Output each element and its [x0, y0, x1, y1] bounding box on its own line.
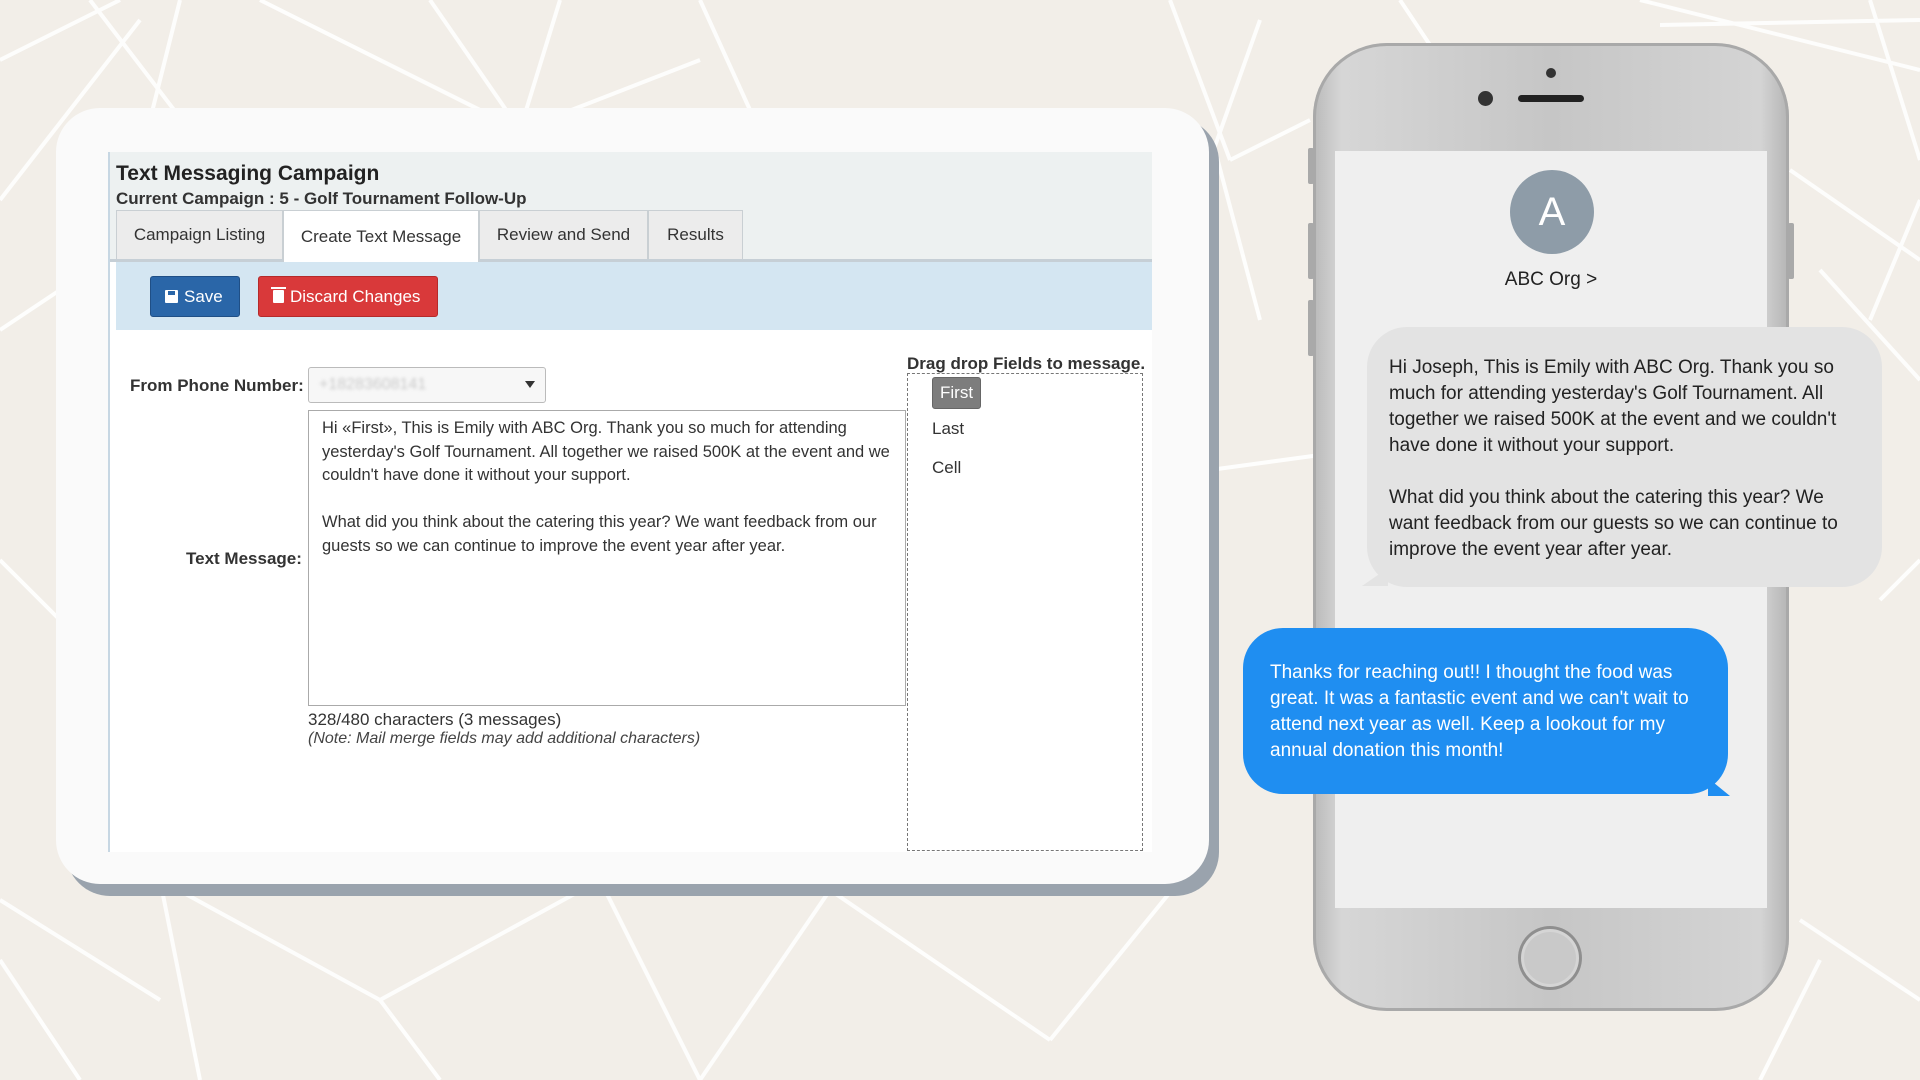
front-sensor [1546, 68, 1556, 78]
field-cell[interactable]: Cell [932, 458, 961, 478]
tab-label: Campaign Listing [133, 225, 266, 244]
contact-name[interactable]: ABC Org > [1335, 269, 1767, 291]
phone-speaker [1518, 95, 1584, 102]
tab-results[interactable]: Results [648, 210, 743, 259]
trash-icon [271, 287, 286, 303]
current-campaign: Current Campaign : 5 - Golf Tournament F… [116, 189, 527, 208]
avatar[interactable]: A [1510, 170, 1594, 254]
tab-campaign-listing[interactable]: Campaign Listing [116, 210, 283, 259]
text-message-label: Text Message: [186, 549, 302, 568]
from-phone-label: From Phone Number: [130, 376, 304, 395]
tab-label: Review and Send [496, 225, 631, 244]
floppy-disk-icon [165, 290, 178, 303]
tablet-card: Text Messaging Campaign Current Campaign… [56, 108, 1209, 884]
tab-label: Create Text Message [300, 226, 462, 246]
merge-field-note: (Note: Mail merge fields may add additio… [308, 730, 701, 747]
phone-side-button [1308, 148, 1314, 184]
phone-side-button [1308, 300, 1314, 356]
save-label: Save [184, 286, 223, 306]
phone-side-button [1788, 223, 1794, 279]
tab-review-and-send[interactable]: Review and Send [479, 210, 648, 259]
web-app: Text Messaging Campaign Current Campaign… [108, 152, 1152, 852]
tab-label: Results [667, 225, 724, 244]
incoming-message-bubble: Hi Joseph, This is Emily with ABC Org. T… [1367, 327, 1882, 587]
app-header: Text Messaging Campaign Current Campaign… [110, 152, 1152, 262]
outgoing-message-bubble: Thanks for reaching out!! I thought the … [1243, 628, 1728, 794]
tab-create-text-message[interactable]: Create Text Message [283, 210, 479, 262]
front-camera [1478, 91, 1493, 106]
drag-fields-label: Drag drop Fields to message. [907, 354, 1146, 373]
text-message-textarea[interactable]: Hi «First», This is Emily with ABC Org. … [308, 410, 906, 706]
page-title: Text Messaging Campaign [116, 162, 380, 185]
chevron-down-icon [525, 381, 535, 388]
character-count: 328/480 characters (3 messages) [308, 710, 562, 729]
drag-fields-box: First Last Cell [907, 373, 1143, 851]
phone-side-button [1308, 223, 1314, 279]
from-phone-select[interactable]: +18283608141 [308, 367, 546, 403]
home-button[interactable] [1518, 926, 1582, 990]
discard-changes-button[interactable]: Discard Changes [258, 276, 438, 317]
discard-label: Discard Changes [290, 286, 421, 306]
save-button[interactable]: Save [150, 276, 240, 317]
field-last[interactable]: Last [932, 419, 964, 439]
from-phone-value: +18283608141 [319, 376, 427, 393]
toolbar: Save Discard Changes [116, 262, 1152, 330]
field-first[interactable]: First [932, 377, 982, 409]
